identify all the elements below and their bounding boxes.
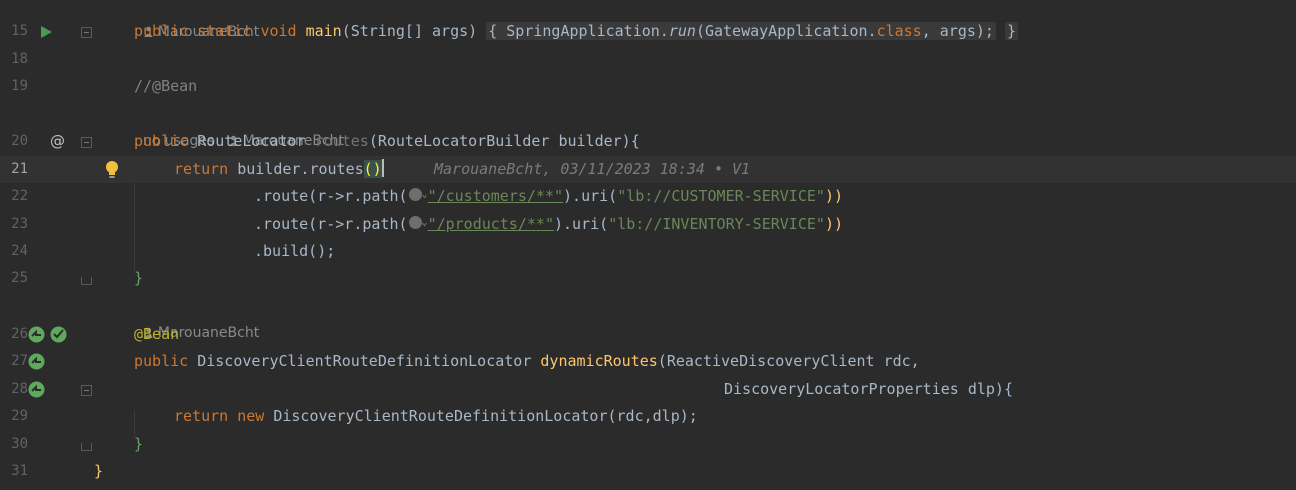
matched-parens: () — [363, 160, 382, 178]
code-line-30[interactable]: 30 } — [0, 431, 1296, 458]
code-text: return new DiscoveryClientRouteDefinitio… — [174, 407, 698, 425]
code-line-18[interactable]: 18 — [0, 46, 1296, 73]
code-line-19[interactable]: 19 //@Bean — [0, 73, 1296, 100]
code-text: .build(); — [254, 242, 336, 260]
code-text: public RouteLocator routes(RouteLocatorB… — [134, 132, 640, 150]
code-line-25[interactable]: 25 } — [0, 265, 1296, 292]
code-text: .route(r->r.path(⌄"/products/**").uri("l… — [254, 215, 843, 233]
spring-bean-navigate-icon[interactable] — [50, 326, 67, 343]
code-comment: //@Bean — [134, 77, 198, 95]
fold-end-marker[interactable] — [81, 277, 92, 285]
line-number: 22 — [11, 188, 28, 204]
web-url-icon[interactable] — [408, 188, 422, 201]
chevron-down-icon[interactable]: ⌄ — [422, 217, 428, 228]
code-annotation: @Bean — [134, 325, 180, 343]
line-number: 23 — [11, 216, 28, 232]
code-text: DiscoveryLocatorProperties dlp){ — [724, 380, 1013, 398]
fold-end-marker[interactable] — [81, 443, 92, 451]
line-number: 26 — [11, 326, 28, 342]
line-number: 29 — [11, 408, 28, 424]
line-number: 31 — [11, 463, 28, 479]
code-text: } — [94, 462, 104, 480]
git-blame-annotation[interactable]: MarouaneBcht, 03/11/2023 18:34 • V1 — [434, 156, 750, 183]
spring-bean-icon[interactable] — [28, 326, 45, 343]
line-number: 30 — [11, 436, 28, 452]
fold-toggle[interactable] — [81, 385, 92, 396]
code-line-23[interactable]: 23 .route(r->r.path(⌄"/products/**").uri… — [0, 211, 1296, 238]
code-text: public DiscoveryClientRouteDefinitionLoc… — [134, 352, 920, 370]
line-number: 27 — [11, 353, 28, 369]
code-line-28[interactable]: 28 DiscoveryLocatorProperties dlp){ — [0, 376, 1296, 403]
line-number: 21 — [11, 161, 28, 177]
text-cursor — [381, 158, 384, 177]
code-text: } — [134, 435, 144, 453]
line-number: 18 — [11, 51, 28, 67]
implemented-annotation-icon[interactable]: @ — [50, 128, 65, 155]
folded-brace[interactable]: } — [1005, 22, 1019, 40]
code-text: return builder.routes() — [174, 158, 384, 178]
spring-bean-icon[interactable] — [28, 381, 45, 398]
folded-region[interactable]: { SpringApplication.run(GatewayApplicati… — [486, 22, 996, 40]
code-text: .route(r->r.path(⌄"/customers/**").uri("… — [254, 187, 843, 205]
line-number: 25 — [11, 270, 28, 286]
line-number: 20 — [11, 133, 28, 149]
spring-bean-icon[interactable] — [28, 353, 45, 370]
code-line-29[interactable]: 29 return new DiscoveryClientRouteDefini… — [0, 403, 1296, 430]
line-number: 15 — [11, 23, 28, 39]
code-line-27[interactable]: 27 public DiscoveryClientRouteDefinition… — [0, 348, 1296, 375]
code-line-15[interactable]: 15 public static void main(String[] args… — [0, 18, 1296, 45]
line-number: 28 — [11, 381, 28, 397]
code-line-24[interactable]: 24 .build(); — [0, 238, 1296, 265]
line-number: 24 — [11, 243, 28, 259]
code-text: } — [134, 269, 144, 287]
run-arrow-icon[interactable] — [41, 26, 52, 38]
chevron-down-icon[interactable]: ⌄ — [422, 189, 428, 200]
code-line-26[interactable]: 26 @Bean — [0, 321, 1296, 348]
line-number: 19 — [11, 78, 28, 94]
intention-bulb-icon[interactable] — [105, 160, 119, 179]
code-line-20[interactable]: 20 @ public RouteLocator routes(RouteLoc… — [0, 128, 1296, 155]
web-url-icon[interactable] — [408, 216, 422, 229]
code-text: public static void main(String[] args) {… — [134, 22, 1019, 40]
fold-toggle[interactable] — [81, 137, 92, 148]
code-line-31[interactable]: 31 } — [0, 458, 1296, 485]
code-line-21-current[interactable]: 21 return builder.routes() MarouaneBcht,… — [0, 156, 1296, 183]
fold-toggle[interactable] — [81, 27, 92, 38]
code-line-22[interactable]: 22 .route(r->r.path(⌄"/customers/**").ur… — [0, 183, 1296, 210]
